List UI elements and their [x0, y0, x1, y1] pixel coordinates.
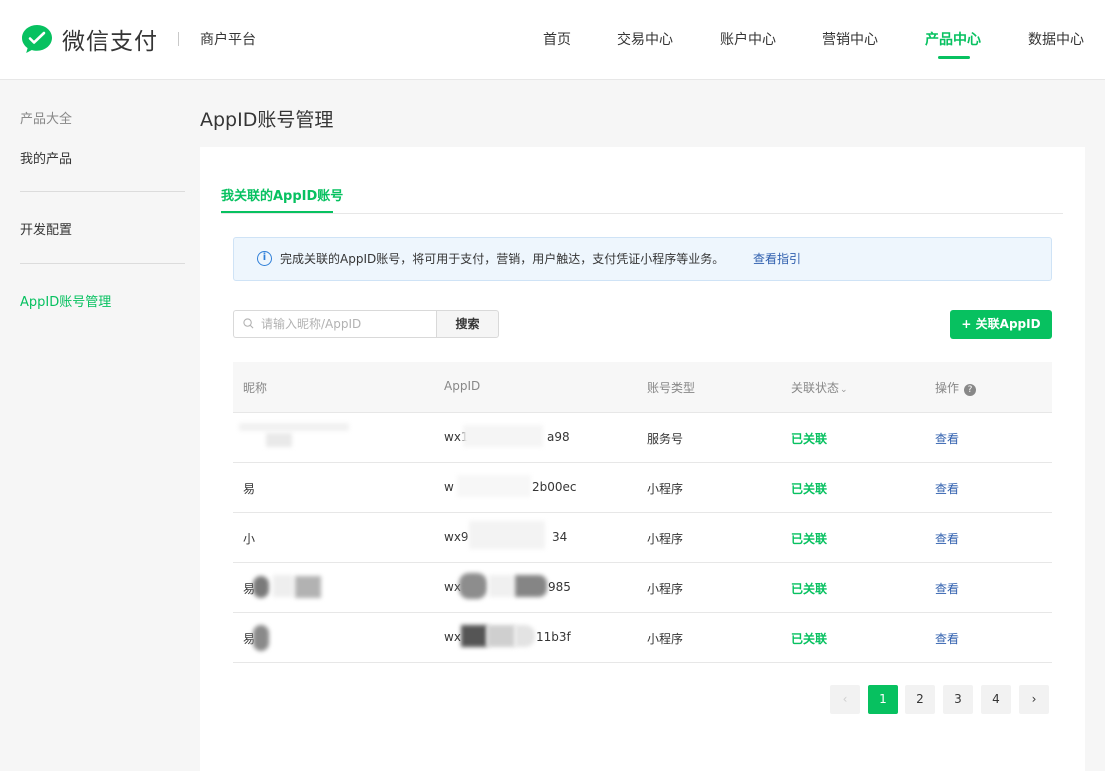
- sidebar-divider: [20, 263, 185, 264]
- appid-prefix: w: [444, 480, 454, 494]
- pagination-next-button[interactable]: ›: [1019, 685, 1049, 714]
- redacted-appid: [487, 625, 515, 647]
- nav-item-marketing[interactable]: 营销中心: [822, 29, 878, 49]
- view-guide-link[interactable]: 查看指引: [753, 250, 801, 267]
- wechat-pay-logo[interactable]: 微信支付: [20, 22, 158, 56]
- search-icon: [243, 318, 254, 329]
- redacted-appid: [457, 475, 531, 497]
- column-header-action: 操作?: [935, 379, 977, 396]
- sidebar: 产品大全 我的产品 开发配置 AppID账号管理: [0, 80, 200, 771]
- pagination-page-1[interactable]: 1: [868, 685, 898, 714]
- redacted-appid: [463, 425, 543, 447]
- redacted-appid: [469, 521, 545, 549]
- appid-suffix: 11b3f: [536, 630, 571, 644]
- view-link[interactable]: 查看: [935, 580, 959, 597]
- status-linked: 已关联: [791, 582, 828, 596]
- column-header-status[interactable]: 关联状态⌄: [791, 379, 848, 396]
- pagination-prev-button[interactable]: ‹: [830, 685, 860, 714]
- status-linked: 已关联: [791, 482, 828, 496]
- account-type: 小程序: [647, 532, 684, 546]
- nickname: 易: [243, 482, 256, 496]
- sidebar-group-title: 产品大全: [20, 112, 73, 127]
- table-header: 昵称 AppID 账号类型 关联状态⌄ 操作?: [233, 362, 1052, 413]
- appid-prefix: wx: [444, 630, 461, 644]
- pagination-page-4[interactable]: 4: [981, 685, 1011, 714]
- redacted-appid: [459, 573, 487, 599]
- pagination-page-2[interactable]: 2: [905, 685, 935, 714]
- tab-linked-appids[interactable]: 我关联的AppID账号: [221, 185, 343, 204]
- table-row: 易 wx 985 小程序 已关联 查看: [233, 563, 1052, 613]
- status-linked: 已关联: [791, 532, 828, 546]
- table-row: 易 wx 11b3f 小程序 已关联 查看: [233, 613, 1052, 663]
- appid-suffix: 985: [548, 580, 571, 594]
- column-header-appid: AppID: [444, 379, 481, 393]
- redacted-appid: [515, 625, 535, 647]
- table-row: wx1 a98 服务号 已关联 查看: [233, 413, 1052, 463]
- account-type: 小程序: [647, 632, 684, 646]
- appid-suffix: a98: [547, 430, 570, 444]
- sidebar-divider: [20, 191, 185, 192]
- view-link[interactable]: 查看: [935, 480, 959, 497]
- status-linked: 已关联: [791, 432, 828, 446]
- platform-title: 商户平台: [200, 32, 256, 48]
- top-navigation-bar: 微信支付 商户平台 首页 交易中心 账户中心 营销中心 产品中心 数据中心: [0, 0, 1105, 80]
- column-header-action-label: 操作: [935, 381, 960, 395]
- redacted-nickname: [295, 576, 321, 598]
- content-panel: 我关联的AppID账号 i 完成关联的AppID账号，将可用于支付，营销，用户触…: [200, 147, 1085, 771]
- redacted-nickname: [239, 423, 349, 431]
- logo-divider: [178, 32, 179, 46]
- sidebar-item-dev-config[interactable]: 开发配置: [20, 219, 72, 238]
- page-title: AppID账号管理: [200, 109, 334, 131]
- logo-text: 微信支付: [62, 29, 158, 55]
- nickname: 小: [243, 532, 256, 546]
- redacted-nickname: [273, 575, 293, 597]
- nav-item-account[interactable]: 账户中心: [720, 29, 776, 49]
- nav-item-home[interactable]: 首页: [543, 29, 571, 49]
- notice-text: 完成关联的AppID账号，将可用于支付，营销，用户触达，支付凭证小程序等业务。: [280, 252, 725, 266]
- redacted-appid: [515, 575, 547, 597]
- tab-divider: [221, 213, 1063, 214]
- column-header-type: 账号类型: [647, 381, 696, 395]
- status-linked: 已关联: [791, 632, 828, 646]
- table-row: 易 w 2b00ec 小程序 已关联 查看: [233, 463, 1052, 513]
- search-button[interactable]: 搜索: [436, 310, 499, 338]
- column-header-status-label: 关联状态: [791, 381, 840, 395]
- view-link[interactable]: 查看: [935, 530, 959, 547]
- view-link[interactable]: 查看: [935, 430, 959, 447]
- info-icon: i: [257, 251, 272, 266]
- table-row: 小 wx9 34 小程序 已关联 查看: [233, 513, 1052, 563]
- view-link[interactable]: 查看: [935, 630, 959, 647]
- column-header-nickname: 昵称: [243, 381, 268, 395]
- nav-item-products[interactable]: 产品中心: [925, 29, 981, 49]
- sort-caret-icon: ⌄: [840, 385, 848, 395]
- nav-item-transactions[interactable]: 交易中心: [617, 29, 673, 49]
- redacted-appid: [489, 575, 513, 597]
- nav-item-data[interactable]: 数据中心: [1028, 29, 1084, 49]
- sidebar-item-my-products[interactable]: 我的产品: [20, 148, 72, 167]
- account-type: 小程序: [647, 482, 684, 496]
- info-notice: i 完成关联的AppID账号，将可用于支付，营销，用户触达，支付凭证小程序等业务…: [233, 237, 1052, 281]
- redacted-appid: [461, 625, 487, 647]
- search-box: [233, 310, 437, 338]
- pagination-page-3[interactable]: 3: [943, 685, 973, 714]
- link-appid-button[interactable]: + 关联AppID: [950, 310, 1052, 339]
- appid-prefix: wx9: [444, 530, 469, 544]
- appid-suffix: 2b00ec: [532, 480, 577, 494]
- redacted-nickname: [266, 433, 292, 447]
- redacted-nickname: [253, 576, 269, 598]
- account-type: 小程序: [647, 582, 684, 596]
- nav-active-indicator: [938, 56, 970, 59]
- wechat-pay-logo-icon: [22, 25, 52, 53]
- search-input[interactable]: [261, 311, 433, 337]
- redacted-nickname: [253, 625, 269, 651]
- sidebar-item-appid-management[interactable]: AppID账号管理: [20, 291, 111, 310]
- appid-suffix: 34: [552, 530, 568, 544]
- help-icon[interactable]: ?: [964, 384, 977, 396]
- account-type: 服务号: [647, 432, 684, 446]
